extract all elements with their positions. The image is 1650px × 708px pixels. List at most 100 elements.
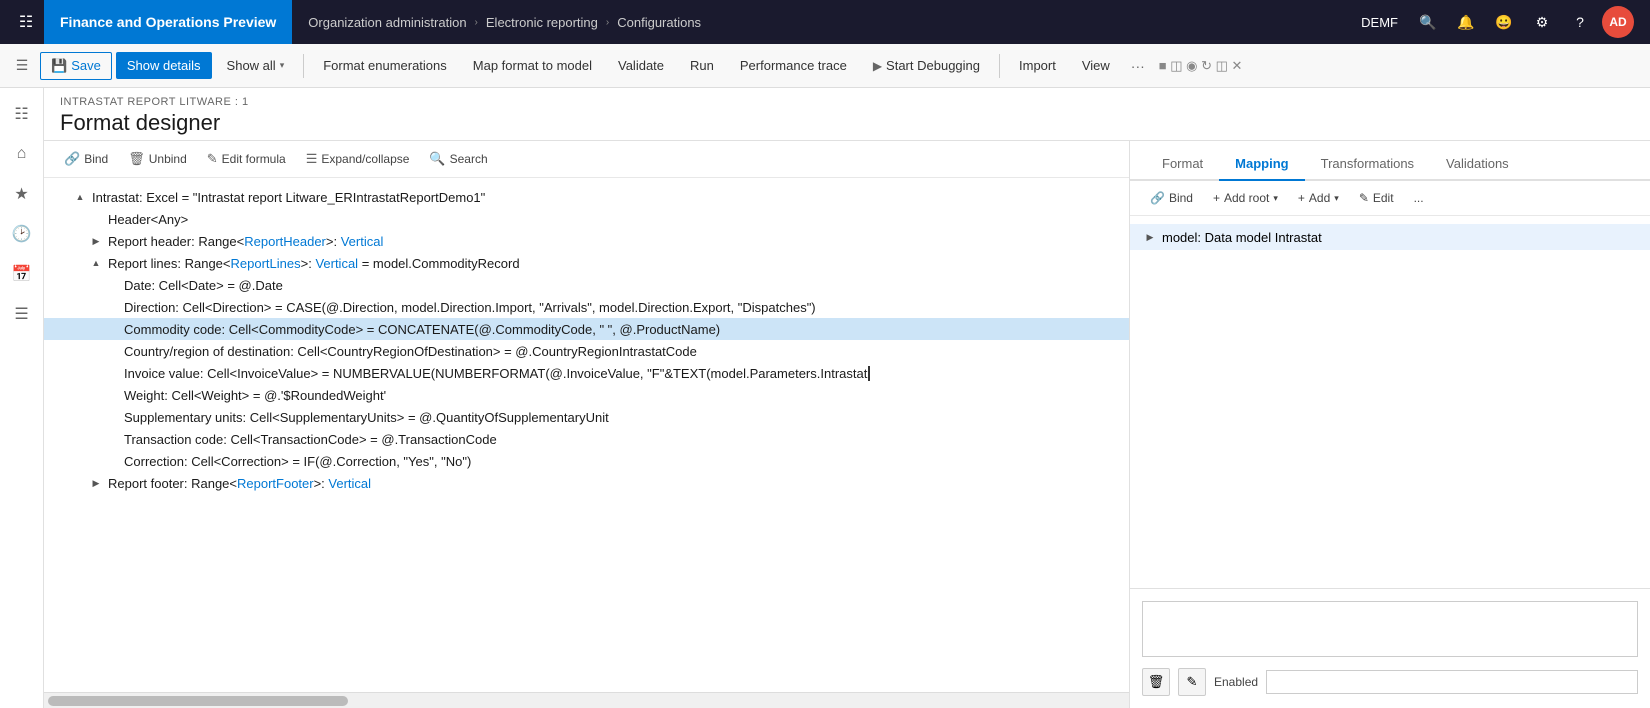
tree-item-header-text: Header<Any> <box>108 212 188 227</box>
breadcrumb-item-2[interactable]: Electronic reporting <box>486 15 598 30</box>
tree-item-supplementary[interactable]: Supplementary units: Cell<SupplementaryU… <box>44 406 1129 428</box>
start-debugging-button[interactable]: ▶ Start Debugging <box>862 52 991 79</box>
tree-item-correction[interactable]: Correction: Cell<Correction> = IF(@.Corr… <box>44 450 1129 472</box>
format-enumerations-button[interactable]: Format enumerations <box>312 52 458 79</box>
enabled-field[interactable] <box>1266 670 1638 694</box>
model-item-intrastat[interactable]: ▶ model: Data model Intrastat <box>1130 224 1650 250</box>
expander-correction <box>104 453 120 469</box>
view-button[interactable]: View <box>1071 52 1121 79</box>
map-format-to-model-button[interactable]: Map format to model <box>462 52 603 79</box>
tree-item-commodity-code[interactable]: Commodity code: Cell<CommodityCode> = CO… <box>44 318 1129 340</box>
show-all-button[interactable]: Show all ▾ <box>216 52 296 79</box>
list-icon[interactable]: ☰ <box>4 296 40 332</box>
more-button[interactable]: ... <box>1406 187 1432 209</box>
search-icon: 🔍 <box>429 151 445 167</box>
breadcrumb-item-3[interactable]: Configurations <box>617 15 701 30</box>
right-bind-button[interactable]: 🔗 Bind <box>1142 187 1201 209</box>
expander-report-header[interactable]: ▶ <box>88 233 104 249</box>
debug-icon: ▶ <box>873 59 882 73</box>
help-icon[interactable]: ? <box>1564 6 1596 38</box>
calendar-icon[interactable]: 📅 <box>4 256 40 292</box>
expander-country <box>104 343 120 359</box>
search-button[interactable]: 🔍 Search <box>421 147 495 171</box>
tree-item-report-header[interactable]: ▶ Report header: Range<ReportHeader>: Ve… <box>44 230 1129 252</box>
main-toolbar: ☰ 💾 Save Show details Show all ▾ Format … <box>0 44 1650 88</box>
toolbar-more-icon[interactable]: ··· <box>1125 54 1151 78</box>
smiley-icon[interactable]: 😀 <box>1488 6 1520 38</box>
right-panel: Format Mapping Transformations Validatio… <box>1130 141 1650 708</box>
save-button[interactable]: 💾 Save <box>40 52 112 80</box>
tab-format[interactable]: Format <box>1146 148 1219 181</box>
delete-formula-button[interactable]: 🗑 <box>1142 668 1170 696</box>
edit-button[interactable]: ✎ Edit <box>1351 187 1402 209</box>
content-area: INTRASTAT REPORT LITWARE : 1 Format desi… <box>44 88 1650 708</box>
formula-input[interactable] <box>1142 601 1638 657</box>
settings-icon[interactable]: ⚙ <box>1526 6 1558 38</box>
toolbar-separator-2 <box>999 54 1000 78</box>
company-selector[interactable]: DEMF <box>1353 15 1406 30</box>
edit-formula-button[interactable]: ✎ Edit formula <box>199 147 294 171</box>
expander-footer[interactable]: ▶ <box>88 475 104 491</box>
bell-icon[interactable]: 🔔 <box>1450 6 1482 38</box>
expander-report-lines[interactable]: ▲ <box>88 255 104 271</box>
run-button[interactable]: Run <box>679 52 725 79</box>
unbind-button[interactable]: 🗑 Unbind <box>120 147 195 171</box>
edit-formula-small-button[interactable]: ✎ <box>1178 668 1206 696</box>
tree-item-weight[interactable]: Weight: Cell<Weight> = @.'$RoundedWeight… <box>44 384 1129 406</box>
expand-collapse-button[interactable]: ☰ Expand/collapse <box>298 147 418 171</box>
performance-trace-button[interactable]: Performance trace <box>729 52 858 79</box>
expander-direction <box>104 299 120 315</box>
model-tree: ▶ model: Data model Intrastat <box>1130 216 1650 588</box>
tree-item-footer-text: Report footer: Range<ReportFooter>: Vert… <box>108 476 371 491</box>
tree-item-header[interactable]: Header<Any> <box>44 208 1129 230</box>
tree-item-date[interactable]: Date: Cell<Date> = @.Date <box>44 274 1129 296</box>
toolbar-separator-1 <box>303 54 304 78</box>
tree-item-footer[interactable]: ▶ Report footer: Range<ReportFooter>: Ve… <box>44 472 1129 494</box>
save-icon: 💾 <box>51 58 67 74</box>
import-button[interactable]: Import <box>1008 52 1067 79</box>
tree-item-correction-text: Correction: Cell<Correction> = IF(@.Corr… <box>124 454 471 469</box>
search-nav-icon[interactable]: 🔍 <box>1412 6 1444 38</box>
tree-item-invoice[interactable]: Invoice value: Cell<InvoiceValue> = NUMB… <box>44 362 1129 384</box>
clock-icon[interactable]: 🕑 <box>4 216 40 252</box>
tab-mapping[interactable]: Mapping <box>1219 148 1304 181</box>
model-item-text: model: Data model Intrastat <box>1162 230 1322 245</box>
validate-button[interactable]: Validate <box>607 52 675 79</box>
toolbar-extra-icons[interactable]: ■ ◫ ◉ ↻ ◫ ✕ <box>1159 58 1243 74</box>
page-header: INTRASTAT REPORT LITWARE : 1 Format desi… <box>44 88 1650 141</box>
expander-root[interactable]: ▲ <box>72 189 88 205</box>
tree-item-invoice-text: Invoice value: Cell<InvoiceValue> = NUMB… <box>124 366 874 381</box>
add-root-button[interactable]: + Add root ▾ <box>1205 187 1286 209</box>
tree-item-country[interactable]: Country/region of destination: Cell<Coun… <box>44 340 1129 362</box>
tree-item-commodity-text: Commodity code: Cell<CommodityCode> = CO… <box>124 322 720 337</box>
user-avatar[interactable]: AD <box>1602 6 1634 38</box>
add-root-chevron-icon: ▾ <box>1273 193 1278 204</box>
horizontal-scrollbar[interactable] <box>44 692 1129 708</box>
nav-right-actions: DEMF 🔍 🔔 😀 ⚙ ? AD <box>1353 6 1642 38</box>
breadcrumb-item-1[interactable]: Organization administration <box>308 15 466 30</box>
tree-item-direction[interactable]: Direction: Cell<Direction> = CASE(@.Dire… <box>44 296 1129 318</box>
show-details-button[interactable]: Show details <box>116 52 212 79</box>
page-title: Format designer <box>60 110 1634 136</box>
breadcrumb-sep-2: › <box>606 17 609 28</box>
model-expander[interactable]: ▶ <box>1142 229 1158 245</box>
tree-item-root[interactable]: ▲ Intrastat: Excel = "Intrastat report L… <box>44 186 1129 208</box>
tree-item-transaction-text: Transaction code: Cell<TransactionCode> … <box>124 432 497 447</box>
tree-item-transaction[interactable]: Transaction code: Cell<TransactionCode> … <box>44 428 1129 450</box>
tab-validations[interactable]: Validations <box>1430 148 1525 181</box>
tree-item-report-lines[interactable]: ▲ Report lines: Range<ReportLines>: Vert… <box>44 252 1129 274</box>
star-icon[interactable]: ★ <box>4 176 40 212</box>
tab-transformations[interactable]: Transformations <box>1305 148 1430 181</box>
hamburger-icon[interactable]: ☰ <box>8 52 36 80</box>
breadcrumb-sep-1: › <box>475 17 478 28</box>
expander-transaction <box>104 431 120 447</box>
add-root-icon: + <box>1213 191 1220 205</box>
right-tabs: Format Mapping Transformations Validatio… <box>1130 141 1650 181</box>
filter-icon[interactable]: ☷ <box>4 96 40 132</box>
grid-menu-icon[interactable]: ☷ <box>8 0 44 44</box>
home-icon[interactable]: ⌂ <box>4 136 40 172</box>
app-title[interactable]: Finance and Operations Preview <box>44 0 292 44</box>
scroll-thumb[interactable] <box>48 696 348 706</box>
bind-button[interactable]: 🔗 Bind <box>56 147 116 171</box>
add-button[interactable]: + Add ▾ <box>1290 187 1347 209</box>
